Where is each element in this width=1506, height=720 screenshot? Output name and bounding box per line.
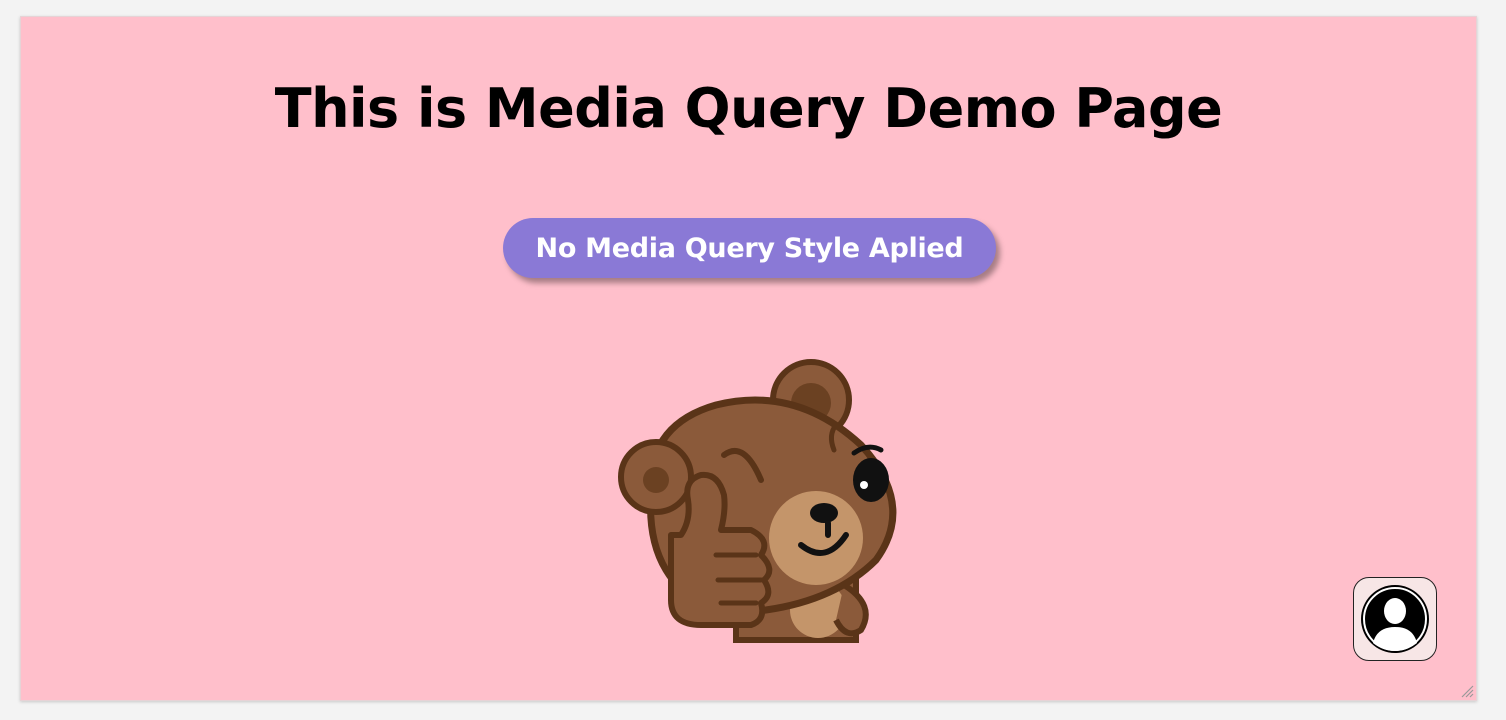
demo-page-panel: This is Media Query Demo Page No Media Q… bbox=[20, 16, 1477, 701]
user-avatar-icon bbox=[1361, 585, 1429, 653]
page-title: This is Media Query Demo Page bbox=[274, 77, 1223, 140]
resize-grip-icon[interactable] bbox=[1460, 684, 1474, 698]
media-query-status-badge: No Media Query Style Aplied bbox=[503, 218, 996, 278]
user-avatar-button[interactable] bbox=[1353, 577, 1437, 661]
bear-thumbs-up-icon bbox=[618, 359, 897, 643]
